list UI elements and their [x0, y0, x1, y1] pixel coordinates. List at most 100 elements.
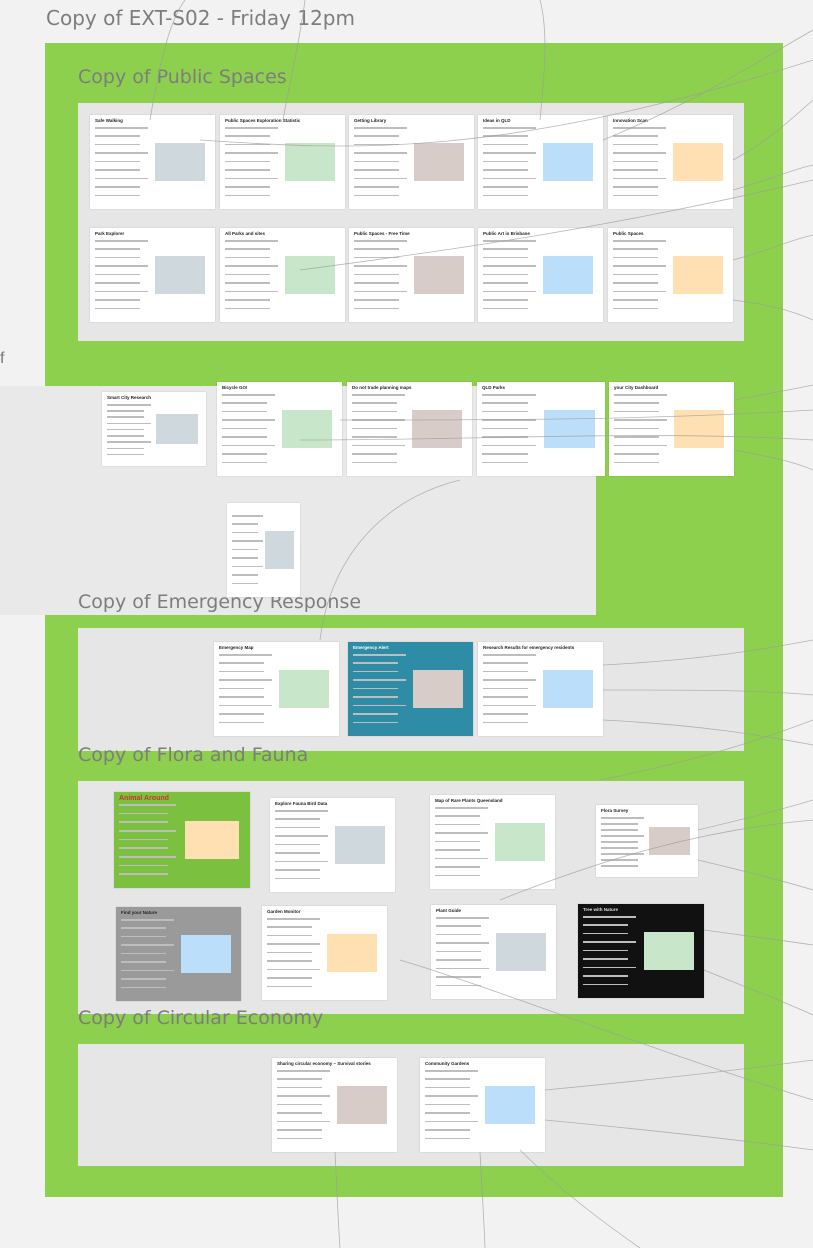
card-text-line	[483, 240, 536, 242]
card-text-line	[613, 307, 658, 310]
card-garden-monitor[interactable]: Garden Monitor	[262, 906, 387, 1000]
card-title: Research Results for emergency residents	[483, 645, 575, 650]
card-text-line	[483, 160, 528, 163]
card-title: Public Art in Brisbane	[483, 231, 530, 236]
offscreen-label-fragment: f	[0, 350, 5, 367]
card-getting-library[interactable]: Getting Library	[349, 115, 474, 209]
card-text-line	[352, 436, 397, 438]
card-text-line	[613, 282, 658, 284]
card-image-block	[156, 414, 198, 444]
card-text-line	[275, 869, 320, 871]
card-free-time[interactable]: Public Spaces - Free Time	[349, 228, 474, 322]
card-text-line	[483, 143, 528, 146]
card-text-line	[277, 1086, 322, 1089]
card-text-line	[267, 918, 320, 920]
card-text-line	[107, 416, 145, 418]
card-text-line	[222, 402, 267, 404]
card-text-line	[435, 857, 488, 860]
card-text-line	[613, 169, 658, 171]
card-title: Public Spaces	[613, 231, 644, 236]
group-title-circular-economy[interactable]: Copy of Circular Economy	[78, 1007, 323, 1029]
group-title-emergency-response[interactable]: Copy of Emergency Response	[78, 591, 361, 613]
card-text-line	[435, 840, 480, 843]
card-ideas-in-qld[interactable]: Ideas in QLD	[478, 115, 603, 209]
card-title: Safe Walking	[95, 118, 123, 123]
card-emergency-research[interactable]: Research Results for emergency residents	[478, 642, 603, 736]
card-text-line	[613, 265, 666, 267]
card-document[interactable]	[227, 503, 300, 597]
card-emergency-app[interactable]: Emergency Alert	[348, 642, 473, 736]
card-image-block	[412, 410, 462, 448]
card-find-nature[interactable]: Find your Nature	[116, 907, 241, 1001]
card-image-block	[335, 826, 385, 864]
card-text-line	[121, 978, 166, 980]
group-title-flora-and-fauna[interactable]: Copy of Flora and Fauna	[78, 744, 308, 766]
card-text-line	[267, 960, 312, 962]
card-image-block	[181, 935, 231, 973]
card-text-line	[222, 410, 267, 413]
card-community-gardens[interactable]: Community Gardens	[420, 1058, 545, 1152]
card-tree-nature[interactable]: Tree with Nature	[578, 904, 704, 998]
card-fauna-birds[interactable]: Explore Fauna Bird Data	[270, 798, 395, 892]
card-planning-maps[interactable]: Do not trade planning maps	[347, 382, 472, 476]
card-title: Explore Fauna Bird Data	[275, 801, 328, 806]
card-title: Flora Survey	[601, 808, 629, 813]
card-text-line	[121, 986, 166, 989]
card-image-block	[155, 143, 205, 181]
card-text-line	[225, 299, 270, 301]
card-text-line	[95, 248, 140, 250]
card-title: Sharing circular economy – Survival stor…	[277, 1061, 371, 1066]
card-text-line	[613, 240, 666, 242]
card-text-line	[225, 143, 270, 146]
card-text-line	[425, 1086, 470, 1089]
card-text-line	[232, 565, 263, 568]
card-text-line	[435, 874, 480, 877]
card-qld-parks[interactable]: QLD Parks	[477, 382, 605, 476]
card-text-line	[275, 860, 328, 863]
group-panel-circular-economy[interactable]	[78, 1044, 744, 1166]
card-text-line	[601, 841, 638, 843]
card-text-line	[425, 1070, 478, 1072]
card-text-line	[483, 282, 528, 284]
card-safe-walking[interactable]: Safe Walking	[90, 115, 215, 209]
card-text-line	[107, 404, 151, 406]
card-plant-guide[interactable]: Plant Guide	[431, 905, 556, 999]
card-text-line	[119, 830, 177, 832]
card-public-spaces-exploration[interactable]: Public Spaces Exploration Statistic	[220, 115, 345, 209]
card-text-line	[352, 453, 397, 455]
card-image-block	[485, 1086, 535, 1124]
group-title-public-spaces[interactable]: Copy of Public Spaces	[78, 66, 287, 88]
card-text-line	[219, 679, 272, 681]
card-flora-survey[interactable]: Flora Survey	[596, 805, 698, 877]
card-animal-around[interactable]: Animal Around	[114, 792, 250, 888]
card-survival-stories[interactable]: Sharing circular economy – Survival stor…	[272, 1058, 397, 1152]
card-public-art[interactable]: Public Art in Brisbane	[478, 228, 603, 322]
card-public-spaces[interactable]: Public Spaces	[608, 228, 733, 322]
card-text-line	[95, 240, 148, 242]
card-emergency-map[interactable]: Emergency Map	[214, 642, 339, 736]
card-park-explorer[interactable]: Park Explorer	[90, 228, 215, 322]
card-text-line	[483, 307, 528, 310]
card-text-line	[232, 548, 259, 551]
card-text-line	[483, 679, 536, 681]
card-bicycle-go[interactable]: Bicycle GO!	[217, 382, 342, 476]
card-text-line	[95, 265, 148, 267]
card-text-line	[354, 143, 399, 146]
card-text-line	[277, 1070, 330, 1072]
card-text-line	[435, 866, 480, 868]
card-title: Bicycle GO!	[222, 385, 248, 390]
card-city-dashboard[interactable]: your City Dashboard	[609, 382, 734, 476]
card-text-line	[613, 290, 666, 293]
card-all-parks[interactable]: All Parks and sites	[220, 228, 345, 322]
card-text-line	[225, 265, 278, 267]
card-text-line	[353, 662, 398, 664]
card-text-line	[352, 461, 397, 464]
card-text-line	[107, 410, 145, 412]
card-rare-plants[interactable]: Map of Rare Plants Queensland	[430, 795, 555, 889]
card-text-line	[275, 826, 320, 829]
card-text-line	[277, 1112, 322, 1114]
card-text-line	[483, 670, 528, 673]
card-smart-city[interactable]: Smart City Research	[102, 392, 206, 466]
card-innovation-scan[interactable]: Innovation Scan	[608, 115, 733, 209]
board-title[interactable]: Copy of EXT-S02 - Friday 12pm	[46, 6, 355, 30]
